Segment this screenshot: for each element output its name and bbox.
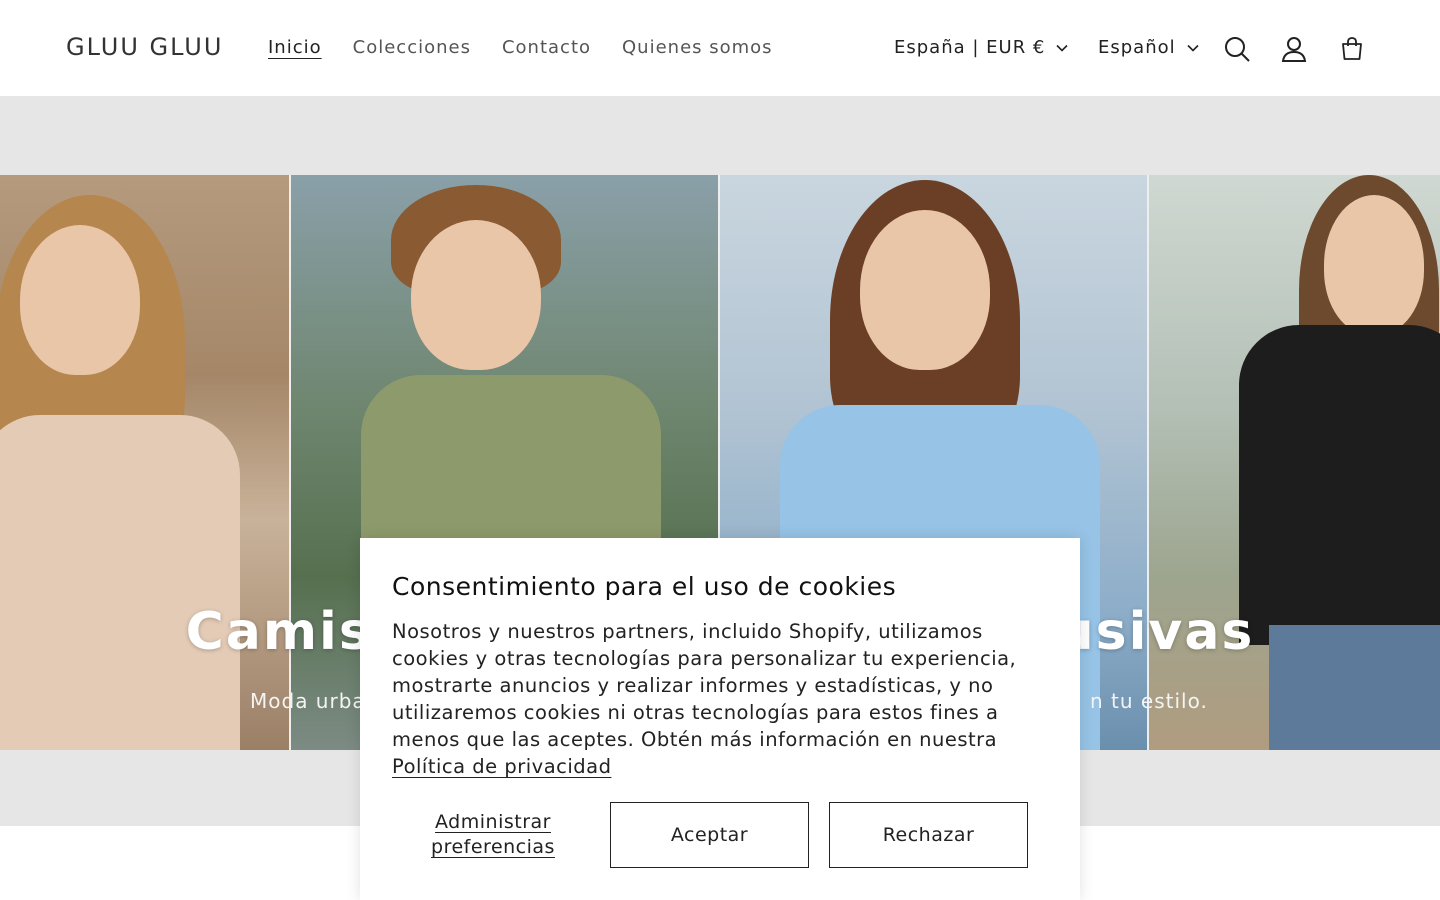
chevron-down-icon — [1056, 44, 1068, 52]
nav-inicio[interactable]: Inicio — [268, 37, 322, 58]
country-selector[interactable]: España | EUR € — [894, 37, 1069, 58]
reject-button[interactable]: Rechazar — [829, 802, 1028, 868]
account-icon[interactable] — [1279, 34, 1309, 64]
language-selector-label: Español — [1098, 37, 1176, 58]
hero-subtitle-end: n tu estilo. — [1090, 689, 1208, 713]
hero-subtitle-start: Moda urba — [250, 689, 366, 713]
cookie-body-text: Nosotros y nuestros partners, incluido S… — [392, 620, 1017, 751]
site-header: GLUU GLUU Inicio Colecciones Contacto Qu… — [0, 0, 1440, 97]
nav-contacto[interactable]: Contacto — [502, 37, 591, 58]
search-icon[interactable] — [1222, 34, 1252, 64]
store-logo[interactable]: GLUU GLUU — [66, 33, 223, 61]
cookie-body: Nosotros y nuestros partners, incluido S… — [392, 618, 1052, 780]
nav-quienes-somos[interactable]: Quienes somos — [622, 37, 773, 58]
language-selector[interactable]: Español — [1098, 37, 1200, 58]
hero-image-black-tee-woman — [1149, 175, 1440, 750]
country-selector-label: España | EUR € — [894, 37, 1046, 58]
cookie-title: Consentimiento para el uso de cookies — [392, 572, 897, 601]
main-nav: Inicio Colecciones Contacto Quienes somo… — [268, 37, 804, 58]
nav-colecciones[interactable]: Colecciones — [353, 37, 471, 58]
manage-preferences-button[interactable]: Administrar preferencias — [418, 810, 568, 860]
accept-button[interactable]: Aceptar — [610, 802, 809, 868]
privacy-policy-link[interactable]: Política de privacidad — [392, 755, 611, 778]
cart-icon[interactable] — [1337, 34, 1367, 64]
hero-image-hoodie-woman — [0, 175, 291, 750]
chevron-down-icon — [1187, 44, 1199, 52]
cookie-consent-dialog: Consentimiento para el uso de cookies No… — [360, 538, 1080, 900]
